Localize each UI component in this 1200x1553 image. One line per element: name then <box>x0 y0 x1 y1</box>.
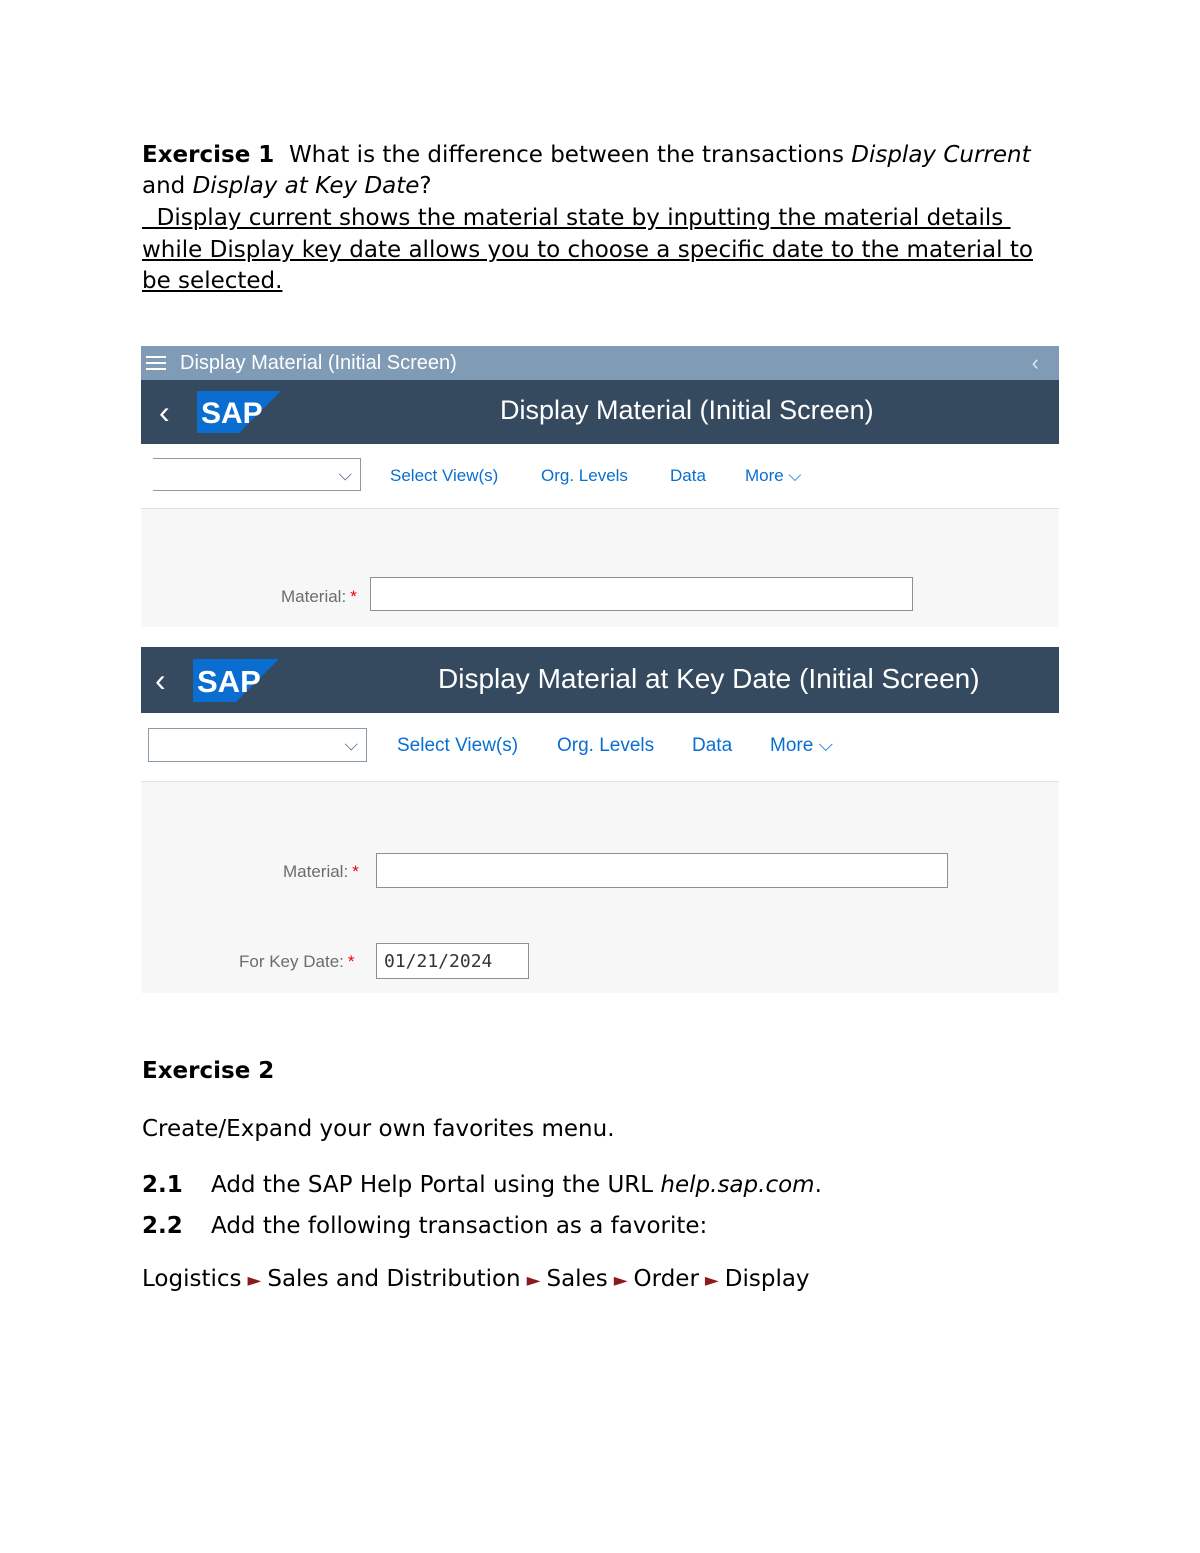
exercise2-label: Exercise 2 <box>142 1058 275 1084</box>
data-button[interactable]: Data <box>670 466 706 486</box>
help-url: help.sap.com <box>660 1172 815 1198</box>
required-mark: * <box>350 587 357 606</box>
chevron-down-icon-2: ⌵ <box>818 735 833 756</box>
org-levels-button-2[interactable]: Org. Levels <box>557 735 654 757</box>
selection-area-2: Material: * For Key Date: * 01/21/2024 <box>141 782 1059 993</box>
required-mark-3: * <box>347 952 355 971</box>
sap-logo-2-text: SAP <box>197 664 261 699</box>
shell-title-2: Display Material at Key Date (Initial Sc… <box>438 663 980 694</box>
required-mark-2: * <box>352 862 359 881</box>
exercise1-question-text: What is the difference between the trans… <box>288 142 852 168</box>
display-current-term: Display Current <box>851 142 1031 168</box>
sap-logo: SAP <box>197 391 281 433</box>
step-2-1-number: 2.1 <box>142 1172 183 1198</box>
answer-line-1: Display current shows the material state… <box>142 205 1011 231</box>
exercise1-label: Exercise 1 <box>142 142 275 168</box>
variant-select[interactable]: ⌵ <box>153 458 361 491</box>
sap-logo-text: SAP <box>201 397 263 430</box>
window-title: Display Material (Initial Screen) <box>180 351 457 374</box>
shell-bar-2: ‹ SAP Display Material at Key Date (Init… <box>141 647 1059 713</box>
material-label-text: Material: <box>281 587 347 606</box>
window-titlebar: Display Material (Initial Screen) ‹ <box>141 346 1059 380</box>
selection-area: Material: * <box>141 509 1059 627</box>
material-label-2: Material: * <box>283 862 359 882</box>
answer-line-3: be selected. <box>142 268 283 294</box>
material-input[interactable] <box>370 577 913 611</box>
step-2-2-number: 2.2 <box>142 1213 183 1239</box>
display-key-date-term: Display at Key Date <box>192 173 420 199</box>
question-mark: ? <box>419 173 432 199</box>
shell-title: Display Material (Initial Screen) <box>500 395 874 425</box>
menu-path: Logistics ► Sales and Distribution ► Sales ► O… <box>142 1264 810 1296</box>
step-2-1-text: Add the SAP Help Portal using the URL <box>211 1172 661 1198</box>
path-arrow-icon: ► <box>247 1270 262 1291</box>
path-arrow-icon: ► <box>613 1270 628 1291</box>
more-label: More <box>745 466 784 485</box>
exercise1-question-line1: Exercise 1 What is the difference betwee… <box>142 140 1031 171</box>
dropdown-chevron-icon-2: ⌵ <box>344 734 358 755</box>
material-input-2[interactable] <box>376 853 948 888</box>
display-material-screenshot: Display Material (Initial Screen) ‹ ‹ SA… <box>141 346 1059 627</box>
path-sales: Sales <box>546 1266 608 1292</box>
select-views-button[interactable]: Select View(s) <box>390 466 498 486</box>
path-display: Display <box>724 1266 810 1292</box>
toolbar-2: ⌵ Select View(s) Org. Levels Data More ⌵ <box>141 713 1059 782</box>
display-material-key-date-screenshot: ‹ SAP Display Material at Key Date (Init… <box>141 647 1059 993</box>
path-order: Order <box>633 1266 699 1292</box>
back-chevron-icon[interactable]: ‹ <box>159 396 187 428</box>
key-date-input[interactable]: 01/21/2024 <box>376 943 529 979</box>
data-button-2[interactable]: Data <box>692 735 732 757</box>
step-2-1-end: . <box>814 1172 822 1198</box>
toolbar: ⌵ Select View(s) Org. Levels Data More ⌵ <box>141 444 1059 509</box>
material-label: Material: * <box>281 587 357 607</box>
path-logistics: Logistics <box>142 1266 242 1292</box>
key-date-label: For Key Date: * <box>239 952 355 972</box>
path-sales-distribution: Sales and Distribution <box>267 1266 521 1292</box>
key-date-label-text: For Key Date: <box>239 952 344 971</box>
exercise2-intro: Create/Expand your own favorites menu. <box>142 1116 615 1142</box>
more-button-2[interactable]: More ⌵ <box>770 735 833 757</box>
chevron-down-icon: ⌵ <box>788 466 802 485</box>
collapse-chevron-icon[interactable]: ‹ <box>1032 350 1039 376</box>
select-views-button-2[interactable]: Select View(s) <box>397 735 518 757</box>
dropdown-chevron-icon: ⌵ <box>338 464 352 484</box>
path-arrow-icon: ► <box>526 1270 541 1291</box>
question-and: and <box>142 173 193 199</box>
more-button[interactable]: More ⌵ <box>745 466 801 486</box>
exercise1-question-line2: and Display at Key Date? <box>142 171 432 202</box>
step-2-2: 2.2 Add the following transaction as a fa… <box>142 1211 707 1242</box>
material-label-2-text: Material: <box>283 862 349 881</box>
org-levels-button[interactable]: Org. Levels <box>541 466 628 486</box>
sap-logo-2: SAP <box>193 658 279 702</box>
path-arrow-icon: ► <box>704 1270 719 1291</box>
answer-line-2: while Display key date allows you to cho… <box>142 237 1033 263</box>
variant-select-2[interactable]: ⌵ <box>148 728 367 762</box>
step-2-2-text: Add the following transaction as a favor… <box>211 1213 708 1239</box>
hamburger-icon[interactable] <box>146 356 166 370</box>
shell-bar: ‹ SAP Display Material (Initial Screen) <box>141 380 1059 444</box>
back-chevron-icon-2[interactable]: ‹ <box>155 664 183 696</box>
more-label-2: More <box>770 735 814 756</box>
step-2-1: 2.1 Add the SAP Help Portal using the URL… <box>142 1170 822 1201</box>
